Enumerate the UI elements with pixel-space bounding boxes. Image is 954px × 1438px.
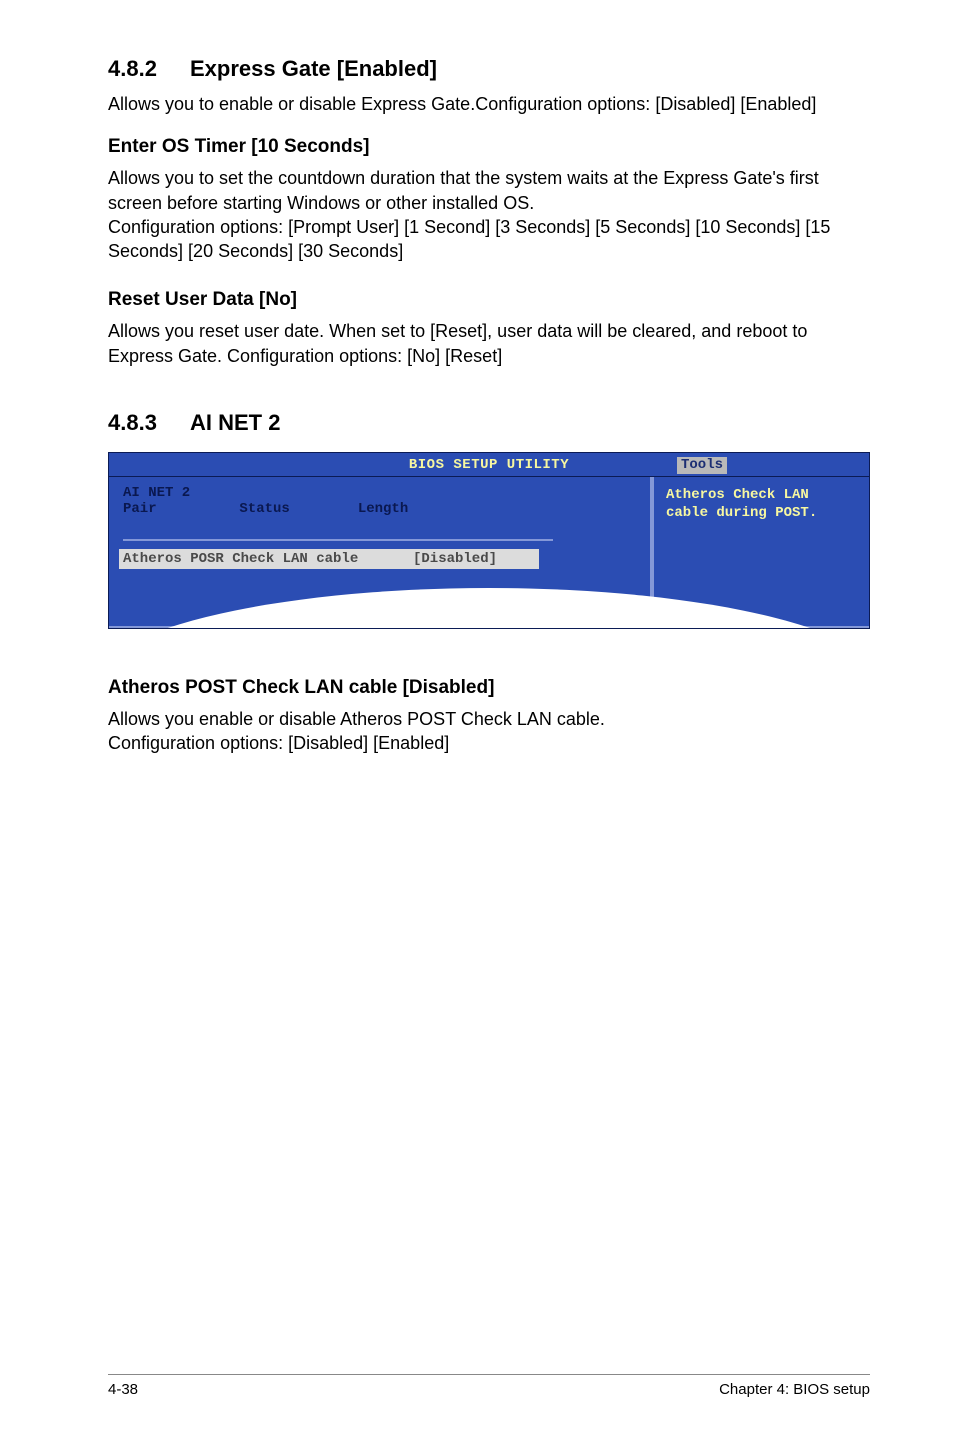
section-number: 4.8.2 [108, 56, 190, 82]
bios-column-headers: AI NET 2 Pair Status Length [123, 485, 638, 517]
section-number: 4.8.3 [108, 410, 190, 436]
bios-row-label: Atheros POSR Check LAN cable [123, 551, 413, 567]
bios-header-length: Length [358, 501, 408, 517]
sub-body-atheros-post: Allows you enable or disable Atheros POS… [108, 707, 870, 756]
bios-help-line-2: cable during POST. [666, 505, 861, 523]
sub-heading-enter-os-timer: Enter OS Timer [10 Seconds] [108, 136, 870, 158]
sub-heading-atheros-post: Atheros POST Check LAN cable [Disabled] [108, 677, 870, 699]
bios-divider [123, 539, 553, 541]
footer-page-number: 4-38 [108, 1381, 138, 1398]
section-heading-483: 4.8.3 AI NET 2 [108, 410, 870, 436]
sub-body-enter-os-timer: Allows you to set the countdown duration… [108, 166, 870, 263]
section-title: AI NET 2 [190, 410, 280, 436]
footer-chapter: Chapter 4: BIOS setup [719, 1381, 870, 1398]
bios-header-ai-net-2: AI NET 2 [123, 485, 231, 501]
bios-row-value: [Disabled] [413, 551, 497, 567]
bios-selected-row[interactable]: Atheros POSR Check LAN cable [Disabled] [119, 549, 539, 569]
section-title: Express Gate [Enabled] [190, 56, 437, 82]
section-intro-text: Allows you to enable or disable Express … [108, 92, 870, 116]
sub-heading-reset-user-data: Reset User Data [No] [108, 289, 870, 311]
bios-help-line-1: Atheros Check LAN [666, 487, 861, 505]
sub-body-reset-user-data: Allows you reset user date. When set to … [108, 319, 870, 368]
bios-header-pair: Pair [123, 501, 231, 517]
section-heading-482: 4.8.2 Express Gate [Enabled] [108, 56, 870, 82]
bios-title: BIOS SETUP UTILITY [409, 457, 569, 473]
bios-tab-tools[interactable]: Tools [677, 457, 727, 474]
bios-header-status: Status [239, 501, 349, 517]
bios-setup-utility-panel: BIOS SETUP UTILITY Tools AI NET 2 Pair S… [108, 452, 870, 629]
page-footer: 4-38 Chapter 4: BIOS setup [108, 1374, 870, 1398]
bios-title-row: BIOS SETUP UTILITY Tools [109, 453, 869, 477]
